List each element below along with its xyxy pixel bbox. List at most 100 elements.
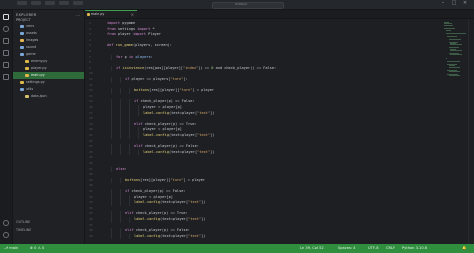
encoding[interactable]: UTF-8 — [368, 244, 378, 253]
indent-guide — [129, 200, 130, 206]
code-line[interactable]: label.config(text=player["text"]) — [134, 217, 205, 222]
code-line[interactable]: label.config(text=player["text"]) — [143, 111, 214, 116]
code-line[interactable]: from settings import * — [107, 27, 155, 32]
code-token: check_player(p) == False: — [142, 144, 199, 149]
problems-indicator[interactable]: ⊗ 0 ⚠ 0 — [30, 244, 44, 253]
menu-item[interactable] — [17, 1, 27, 5]
tree-item[interactable]: venv — [13, 23, 84, 30]
indent-guide — [111, 200, 112, 206]
tree-item-label: utils — [26, 87, 34, 91]
code-token: check_player(p) == False: — [133, 228, 190, 233]
language-mode[interactable]: Python 3.10.6 — [402, 244, 427, 253]
menu-item[interactable] — [45, 1, 55, 5]
code-line[interactable]: player = player[p] — [134, 195, 173, 200]
tree-item[interactable]: assets — [13, 30, 84, 37]
code-token: isinstance — [120, 65, 145, 70]
indent-guide — [120, 200, 121, 206]
line-ending[interactable]: CRLF — [386, 244, 395, 253]
tree-item[interactable]: images — [13, 37, 84, 44]
code-line[interactable]: player = player[p] — [143, 105, 182, 110]
code-token: "turn" — [179, 88, 193, 93]
tree-item[interactable]: utils — [13, 86, 84, 93]
code-line[interactable]: if check_player(p) == False: — [125, 189, 186, 194]
notifications-icon[interactable]: 🔔 — [462, 244, 466, 253]
vertical-scrollbar[interactable] — [468, 19, 474, 244]
source-control-icon[interactable] — [3, 38, 9, 44]
menu-item[interactable] — [73, 1, 83, 5]
code-line[interactable]: from player import Player — [107, 32, 161, 37]
tree-item[interactable]: sound — [13, 44, 84, 51]
code-token: "text" — [197, 110, 211, 115]
code-token: (res[pos][player][ — [144, 65, 184, 70]
code-line[interactable]: buttons[res][player]["turn"] = player — [125, 178, 205, 183]
code-line[interactable]: else: — [116, 167, 127, 172]
tree-item-label: sound — [26, 45, 37, 49]
remote-icon[interactable] — [3, 74, 9, 80]
indent-guide — [111, 217, 112, 223]
tree-item[interactable]: game — [13, 51, 84, 58]
code-line[interactable]: label.config(text=player["text"]) — [134, 200, 205, 205]
close-button[interactable]: × — [462, 1, 468, 6]
menu-bar[interactable] — [17, 1, 83, 5]
cursor-position[interactable]: Ln 39, Col 52 — [300, 244, 324, 253]
line-number: 23 — [89, 144, 93, 149]
extensions-icon[interactable] — [3, 62, 9, 68]
menu-item[interactable] — [31, 1, 41, 5]
minimap[interactable] — [442, 19, 468, 244]
minimap-line — [445, 33, 466, 35]
close-tab-icon[interactable]: × — [131, 11, 134, 18]
vscode-window: Untitled – □ × EXPLORER ··· PROJECT venv… — [0, 0, 474, 253]
code-line[interactable]: if isinstance(res[pos][player]["index"])… — [116, 66, 276, 71]
code-line[interactable]: elif check_player(p) == True: — [125, 211, 188, 216]
code-token: from — [107, 32, 116, 37]
minimap-line — [448, 66, 461, 68]
menu-item[interactable] — [59, 1, 69, 5]
line-number: 16 — [89, 105, 93, 109]
outline-section[interactable]: OUTLINE — [16, 220, 30, 224]
files-icon[interactable] — [3, 14, 9, 20]
code-line[interactable]: if check_player(p) == False: — [134, 99, 195, 104]
tab-main-py[interactable]: main.py × — [85, 10, 137, 18]
code-line[interactable]: elif check_player(p) == True: — [134, 122, 197, 127]
tree-item[interactable]: player.py — [13, 65, 84, 72]
timeline-section[interactable]: TIMELINE — [16, 228, 31, 232]
branch-indicator[interactable]: ⎇ main — [4, 244, 18, 253]
code-line[interactable]: label.config(text=player["text"]) — [143, 150, 214, 155]
code-line[interactable]: def run_game(players, screen): — [107, 43, 172, 48]
code-editor[interactable]: 1 2 3 4 5 6 7 8 9 10 11 12 13 14 15 16 17 18 19 20 21 22 23 24 2… — [85, 19, 442, 244]
search-icon[interactable] — [3, 26, 9, 32]
maximize-button[interactable]: □ — [451, 1, 457, 6]
code-token: "text" — [197, 133, 211, 137]
indent-guide — [120, 149, 121, 156]
code-line[interactable]: elif check_player(p) == False: — [134, 144, 199, 149]
code-token: elif — [134, 144, 143, 149]
code-area[interactable]: import pygame from settings import * from … — [107, 19, 442, 244]
run-debug-icon[interactable] — [3, 50, 9, 56]
indentation[interactable]: Spaces: 4 — [338, 244, 355, 253]
settings-gear-icon[interactable] — [3, 232, 9, 238]
tree-item[interactable]: settings.py — [13, 79, 84, 86]
code-line[interactable]: import pygame — [107, 21, 135, 26]
indent-guide — [120, 217, 121, 223]
tree-item[interactable]: main.py — [13, 72, 84, 79]
tree-item[interactable]: enemy.py — [13, 58, 84, 65]
line-number: 14 — [89, 93, 93, 98]
indent-guide — [120, 88, 121, 94]
minimize-button[interactable]: – — [440, 1, 446, 6]
code-line[interactable]: elif check_player(p) == False: — [125, 228, 190, 233]
minimap-line — [448, 75, 461, 77]
code-token: [res][player][ — [140, 177, 171, 182]
indent-guide — [111, 65, 112, 72]
code-token: ] = player — [183, 177, 206, 182]
code-line[interactable]: for p in players: — [116, 55, 153, 60]
code-line[interactable]: player = player[p] — [143, 127, 182, 132]
line-number: 33 — [89, 200, 93, 205]
code-token: (text=player[ — [168, 149, 198, 154]
code-line[interactable]: if player == players["turn"]: — [125, 77, 188, 82]
code-line[interactable]: label.config(text=player["text"]) — [143, 133, 214, 138]
code-line[interactable]: buttons[res][player]["turn"] = player — [134, 88, 214, 93]
command-center-search[interactable]: Untitled — [212, 2, 284, 9]
tree-item[interactable]: data.json — [13, 93, 84, 100]
account-icon[interactable] — [3, 220, 9, 226]
code-line[interactable]: label.config(text=player["text"]) — [134, 234, 205, 239]
